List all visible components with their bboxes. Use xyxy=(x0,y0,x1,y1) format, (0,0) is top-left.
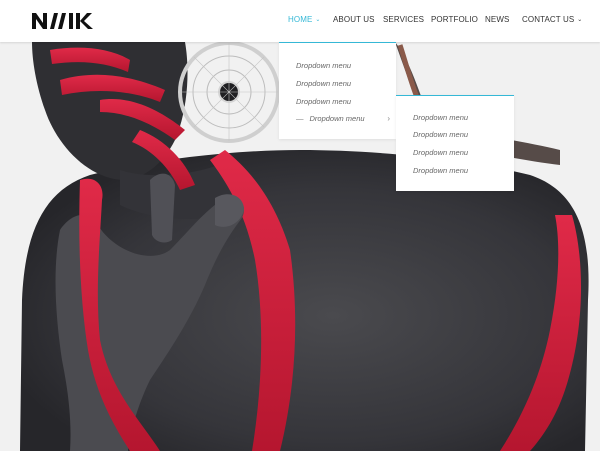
dropdown-item-label: Dropdown menu xyxy=(413,130,469,139)
chevron-down-icon: ⌄ xyxy=(315,17,321,23)
dropdown-item-label: Dropdown menu xyxy=(296,97,352,106)
submenu-dropdown-menu: Dropdown menu Dropdown menu Dropdown men… xyxy=(396,95,514,191)
dropdown-item[interactable]: Dropdown menu xyxy=(296,61,351,70)
nav-news-label: NEWS xyxy=(485,15,510,24)
dropdown-item-label: Dropdown menu xyxy=(413,166,469,175)
chevron-right-icon: › xyxy=(387,114,390,123)
nav-about-us[interactable]: ABOUT US xyxy=(333,15,375,24)
dropdown-item[interactable]: Dropdown menu xyxy=(296,79,351,88)
dash-icon: — xyxy=(296,114,304,123)
nav-about-us-label: ABOUT US xyxy=(333,15,375,24)
nav-portfolio[interactable]: PORTFOLIO xyxy=(431,15,478,24)
nav-contact-us[interactable]: CONTACT US ⌄ xyxy=(522,15,582,24)
dropdown-item-label: Dropdown menu xyxy=(413,113,469,122)
nav-services[interactable]: SERVICES xyxy=(383,15,424,24)
dropdown-item[interactable]: Dropdown menu xyxy=(296,97,351,106)
nav-home-label: HOME xyxy=(288,15,313,24)
dropdown-item-label: Dropdown menu xyxy=(296,79,352,88)
nav-portfolio-label: PORTFOLIO xyxy=(431,15,478,24)
dropdown-item-label: Dropdown menu xyxy=(296,61,352,70)
dropdown-item[interactable]: Dropdown menu xyxy=(413,148,468,157)
site-header: HOME ⌄ ABOUT US SERVICES PORTFOLIO NEWS C… xyxy=(0,0,600,42)
main-navigation: HOME ⌄ ABOUT US SERVICES PORTFOLIO NEWS C… xyxy=(0,0,600,42)
nav-services-label: SERVICES xyxy=(383,15,425,24)
nav-contact-us-label: CONTACT US xyxy=(522,15,575,24)
nav-home[interactable]: HOME ⌄ xyxy=(288,15,321,24)
dropdown-item-label: Dropdown menu xyxy=(413,148,469,157)
dropdown-item[interactable]: Dropdown menu xyxy=(413,166,468,175)
nav-news[interactable]: NEWS xyxy=(485,15,509,24)
dropdown-item-label: Dropdown menu xyxy=(309,114,365,123)
chevron-down-icon: ⌄ xyxy=(577,17,583,23)
dropdown-item[interactable]: Dropdown menu xyxy=(413,130,468,139)
dropdown-item-with-submenu[interactable]: — Dropdown menu › xyxy=(296,114,390,123)
home-dropdown-menu: Dropdown menu Dropdown menu Dropdown men… xyxy=(279,42,396,139)
dropdown-item[interactable]: Dropdown menu xyxy=(413,113,468,122)
